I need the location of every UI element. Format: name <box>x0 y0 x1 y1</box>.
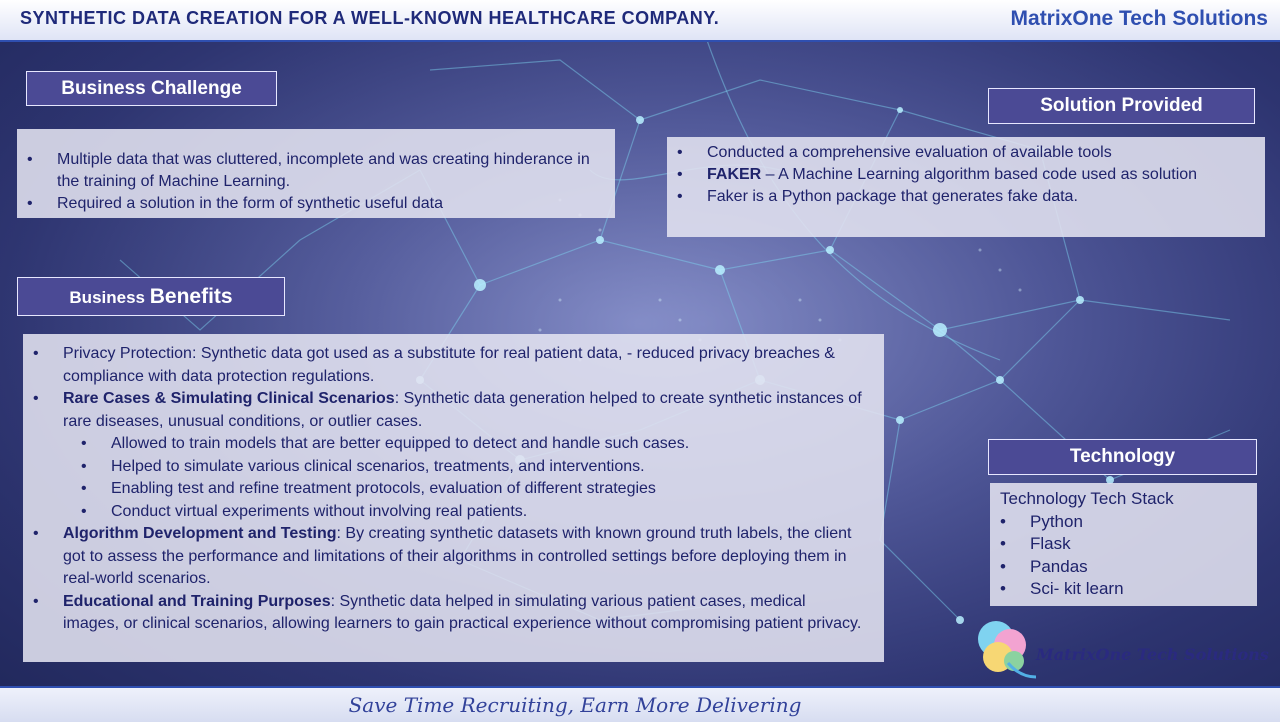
footer-tagline: Save Time Recruiting, Earn More Deliveri… <box>348 693 802 717</box>
faker-label: FAKER <box>707 166 762 183</box>
list-item: Privacy Protection: Synthetic data got u… <box>33 343 864 388</box>
sub-list-item: Conduct virtual experiments without invo… <box>81 501 864 524</box>
list-item: Required a solution in the form of synth… <box>27 193 605 215</box>
technology-list: Python Flask Pandas Sci- kit learn <box>1000 511 1249 601</box>
list-item: Pandas <box>1000 556 1249 579</box>
benefit-title: Rare Cases & Simulating Clinical Scenari… <box>63 390 395 407</box>
brand-name: MatrixOne Tech Solutions <box>1010 7 1268 30</box>
footer-bar: Save Time Recruiting, Earn More Deliveri… <box>0 686 1280 722</box>
sub-list-item: Enabling test and refine treatment proto… <box>81 478 864 501</box>
sub-list-item: Helped to simulate various clinical scen… <box>81 456 864 479</box>
list-item: Python <box>1000 511 1249 534</box>
business-benefits-heading: Business Benefits <box>17 277 285 316</box>
list-item: Faker is a Python package that generates… <box>677 186 1245 208</box>
logo-text: MatrixOne Tech Solutions <box>1036 645 1269 664</box>
list-item: Educational and Training Purposes: Synth… <box>33 591 864 636</box>
solution-list: Conducted a comprehensive evaluation of … <box>677 142 1245 208</box>
benefit-title: Educational and Training Purposes <box>63 592 331 610</box>
solution-provided-heading: Solution Provided <box>988 88 1255 124</box>
faker-description: – A Machine Learning algorithm based cod… <box>761 166 1198 183</box>
solution-panel: Conducted a comprehensive evaluation of … <box>667 137 1265 237</box>
technology-intro: Technology Tech Stack <box>1000 489 1174 508</box>
page-title: SYNTHETIC DATA CREATION FOR A WELL-KNOWN… <box>20 8 720 28</box>
top-bar: SYNTHETIC DATA CREATION FOR A WELL-KNOWN… <box>0 0 1280 42</box>
list-item: Rare Cases & Simulating Clinical Scenari… <box>33 388 864 524</box>
benefit-title: Algorithm Development and Testing <box>63 525 337 542</box>
list-item: Conducted a comprehensive evaluation of … <box>677 142 1245 164</box>
business-benefits-panel: Privacy Protection: Synthetic data got u… <box>23 334 884 662</box>
benefits-heading-part2: Benefits <box>149 285 233 308</box>
benefits-heading-part1: Business <box>69 288 150 307</box>
benefits-list: Privacy Protection: Synthetic data got u… <box>33 343 864 636</box>
list-item: Algorithm Development and Testing: By cr… <box>33 523 864 591</box>
benefit-sublist: Allowed to train models that are better … <box>81 433 864 524</box>
sub-list-item: Allowed to train models that are better … <box>81 433 864 456</box>
technology-heading: Technology <box>988 439 1257 475</box>
business-challenge-list: Multiple data that was cluttered, incomp… <box>27 149 605 215</box>
list-item: Flask <box>1000 533 1249 556</box>
business-challenge-panel: Multiple data that was cluttered, incomp… <box>17 129 615 218</box>
list-item: Sci- kit learn <box>1000 578 1249 601</box>
list-item: Multiple data that was cluttered, incomp… <box>27 149 605 193</box>
business-challenge-heading: Business Challenge <box>26 71 277 106</box>
list-item: FAKER – A Machine Learning algorithm bas… <box>677 164 1245 186</box>
technology-panel: Technology Tech Stack Python Flask Panda… <box>990 483 1257 606</box>
